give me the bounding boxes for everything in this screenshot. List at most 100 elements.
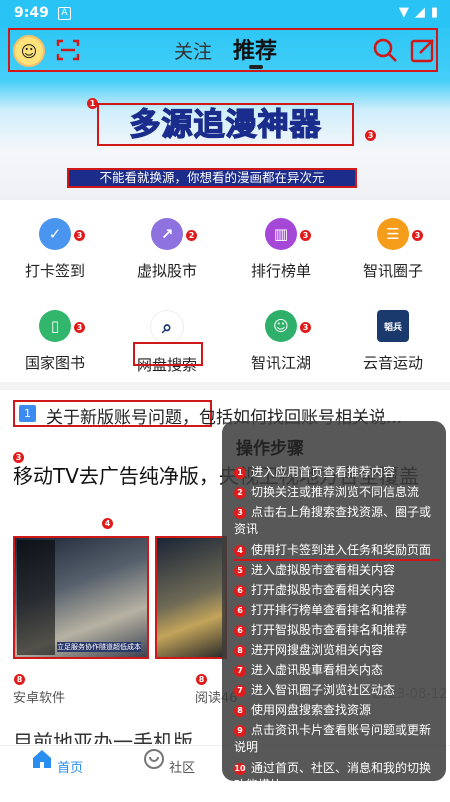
step-text: 进入虚讯股車看相关内态 bbox=[251, 663, 384, 677]
marker-badge: 4 bbox=[102, 518, 113, 529]
notification-icon: A bbox=[58, 7, 71, 20]
step-number: 5 bbox=[234, 565, 246, 577]
marker-badge: 8 bbox=[196, 674, 207, 685]
tab-follow[interactable]: 关注 bbox=[174, 37, 212, 64]
nav-community-label: 社区 bbox=[169, 761, 196, 776]
grid-item-icon: ✓ bbox=[39, 218, 71, 250]
overlay-step: 6 打开虚拟股市查看相关内容 bbox=[234, 582, 440, 599]
overlay-title: 操作步骤 bbox=[236, 439, 304, 459]
avatar[interactable]: ☺ bbox=[13, 35, 45, 67]
overlay-step: 5 进入虚拟股市查看相关内容 bbox=[234, 562, 440, 579]
system-icons: ▼ ◢ ▮ bbox=[399, 5, 438, 20]
edit-icon[interactable] bbox=[410, 37, 436, 63]
banner-title: 多源追漫神器 bbox=[97, 103, 354, 146]
marker-badge: 3 bbox=[412, 230, 423, 241]
article-image[interactable]: 立足服务协作隧道超低成本 bbox=[13, 536, 149, 659]
signal-icon: ◢ bbox=[414, 5, 425, 20]
overlay-step: 10 通过首页、社区、消息和我的切换功能模块 bbox=[234, 760, 440, 794]
step-number: 7 bbox=[234, 685, 246, 697]
step-text: 通过首页、社区、消息和我的切换功能模块 bbox=[234, 761, 432, 792]
step-text: 进入虚拟股市查看相关内容 bbox=[251, 563, 396, 577]
step-number: 7 bbox=[234, 665, 246, 677]
step-number: 4 bbox=[234, 545, 246, 557]
overlay-step: 8 使用网盘搜索查找资源 bbox=[234, 702, 440, 719]
step-number: 1 bbox=[234, 467, 246, 479]
step-number: 8 bbox=[234, 645, 246, 657]
grid-item[interactable]: ☰ 智讯圈子 bbox=[338, 218, 448, 281]
nav-community[interactable]: 社区 bbox=[139, 748, 199, 776]
step-text: 进入应用首页查看推荐内容 bbox=[251, 465, 396, 479]
marker-badge: 3 bbox=[365, 130, 376, 141]
overlay-step: 8 进开网搜盘浏览相关内容 bbox=[234, 642, 440, 659]
step-text: 切换关注或推荐浏览不同信息流 bbox=[251, 485, 420, 499]
grid-item-icon: ⌕ bbox=[150, 310, 184, 344]
overlay-step: 9 点击资讯卡片查看账号问题或更新说明 bbox=[234, 722, 440, 756]
community-icon bbox=[143, 749, 164, 769]
overlay-step: 6 打开排行榜单查看排名和推荐 bbox=[234, 602, 440, 619]
step-text: 进开网搜盘浏览相关内容 bbox=[251, 643, 384, 657]
grid-item[interactable]: 韬兵 云音运动 bbox=[338, 310, 448, 373]
divider bbox=[0, 382, 450, 390]
step-number: 10 bbox=[234, 763, 246, 775]
overlay-step: 7 进入智讯圈子浏览社区动态 bbox=[234, 682, 440, 699]
grid-item-icon: 韬兵 bbox=[377, 310, 409, 342]
scan-icon[interactable] bbox=[56, 38, 80, 62]
overlay-step: 6 打开智拟股市查看排名和推荐 bbox=[234, 622, 440, 639]
grid-item-label: 打卡签到 bbox=[24, 262, 85, 280]
step-text: 点击资讯卡片查看账号问题或更新说明 bbox=[234, 723, 432, 754]
image-caption: 立足服务协作隧道超低成本 bbox=[57, 642, 141, 652]
step-number: 6 bbox=[234, 605, 246, 617]
status-bar: 9:49 A ▼ ◢ ▮ bbox=[0, 0, 450, 28]
grid-item[interactable]: ▥ 排行榜单 bbox=[226, 218, 336, 281]
step-text: 使用打卡签到进入任务和奖励页面 bbox=[251, 543, 432, 557]
step-number: 2 bbox=[234, 487, 246, 499]
search-icon[interactable] bbox=[372, 37, 398, 63]
grid-item-icon: ↗ bbox=[151, 218, 183, 250]
banner-subtitle: 不能看就换源，你想看的漫画都在异次元 bbox=[67, 168, 357, 188]
grid-item-label: 云音运动 bbox=[362, 354, 423, 372]
grid-item-label: 国家图书 bbox=[24, 354, 85, 372]
next-article-title[interactable]: 目前地亚办一手机版 bbox=[13, 726, 193, 744]
step-text: 打开排行榜单查看排名和推荐 bbox=[251, 603, 408, 617]
grid-item-icon: ☰ bbox=[377, 218, 409, 250]
grid-highlight-box bbox=[133, 342, 203, 366]
step-number: 3 bbox=[234, 507, 246, 519]
marker-badge: 2 bbox=[186, 230, 197, 241]
step-text: 打开虚拟股市查看相关内容 bbox=[251, 583, 396, 597]
grid-item-icon: ▥ bbox=[265, 218, 297, 250]
grid-item[interactable]: ▯ 国家图书 bbox=[0, 310, 110, 373]
grid-item-label: 智讯圈子 bbox=[362, 262, 423, 280]
marker-badge: 3 bbox=[300, 322, 311, 333]
marker-badge: 8 bbox=[14, 674, 25, 685]
step-text: 使用网盘搜索查找资源 bbox=[251, 703, 372, 717]
nav-home[interactable]: 首页 bbox=[27, 748, 87, 776]
notice-badge: 1 bbox=[19, 405, 36, 422]
grid-item[interactable]: ☺ 智讯江湖 bbox=[226, 310, 336, 373]
grid-item-icon: ▯ bbox=[39, 310, 71, 342]
marker-badge: 3 bbox=[74, 230, 85, 241]
status-time: 9:49 bbox=[14, 5, 49, 21]
step-number: 6 bbox=[234, 585, 246, 597]
tab-indicator bbox=[249, 65, 263, 69]
step-number: 6 bbox=[234, 625, 246, 637]
grid-item-icon: ☺ bbox=[265, 310, 297, 342]
step-text: 点击右上角搜索查找资源、圈子或资讯 bbox=[234, 505, 432, 536]
overlay-step: 3 点击右上角搜索查找资源、圈子或资讯 bbox=[234, 504, 440, 538]
marker-badge: 3 bbox=[300, 230, 311, 241]
tab-recommend[interactable]: 推荐 bbox=[233, 33, 277, 65]
article-image-2[interactable] bbox=[155, 536, 227, 659]
overlay-step: 2 切换关注或推荐浏览不同信息流 bbox=[234, 484, 440, 501]
step-number: 8 bbox=[234, 705, 246, 717]
overlay-step: 1 进入应用首页查看推荐内容 bbox=[234, 464, 440, 481]
step-text: 进入智讯圈子浏览社区动态 bbox=[251, 683, 396, 697]
grid-item[interactable]: ↗ 虚拟股市 bbox=[112, 218, 222, 281]
grid-item-label: 排行榜单 bbox=[250, 262, 311, 280]
step-text: 打开智拟股市查看排名和推荐 bbox=[251, 623, 408, 637]
step-number: 9 bbox=[234, 725, 246, 737]
article-category: 安卓软件 bbox=[13, 691, 66, 706]
marker-badge: 3 bbox=[74, 322, 85, 333]
grid-item[interactable]: ✓ 打卡签到 bbox=[0, 218, 110, 281]
battery-icon: ▮ bbox=[430, 5, 438, 20]
overlay-step: 4 使用打卡签到进入任务和奖励页面 bbox=[234, 542, 440, 561]
wifi-icon: ▼ bbox=[398, 5, 409, 20]
